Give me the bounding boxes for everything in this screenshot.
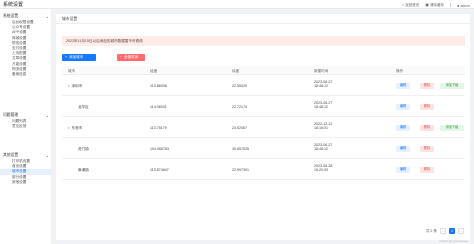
latitude-cell: 22.997391	[232, 168, 249, 172]
main-content: 城市设置 2022年11月15日以后添加的城市数据暂不可修改 + 添加城市 − …	[56, 14, 470, 240]
add-city-button[interactable]: + 添加城市	[62, 54, 96, 61]
longitude-cell: 114.06031	[150, 105, 167, 109]
chevron-right-icon[interactable]: ›	[458, 228, 464, 234]
delete-button[interactable]: 删除	[420, 125, 434, 131]
notice-banner: 2022年11月15日以后添加的城市数据暂不可修改	[62, 36, 465, 46]
column-header: 纬度	[232, 69, 240, 73]
delete-button[interactable]: 删除	[420, 167, 434, 173]
nav-group-questions: 问题管理 ▴ 问题列表 意见反馈	[0, 112, 52, 129]
top-bar: 系统设置 ⌂返回首页 ▣清除缓存 ●admin	[0, 0, 474, 9]
created-time-cell: 2022-12-12 18:16:01	[314, 122, 333, 130]
top-bar-actions: ⌂返回首页 ▣清除缓存 ●admin	[402, 2, 470, 8]
longitude-cell: 104.065783	[150, 147, 169, 151]
city-cell: 龙华区	[78, 105, 89, 109]
nav-group-system: 系统设置 ▴ 后台权限设置 公众号设置 APP设置 商城设置 短信设置 支付设置 …	[0, 13, 52, 77]
city-cell: ▾ 深圳市	[68, 84, 83, 88]
table-row: 虎门镇 104.065783 30.657535 2023-06-27 18:48…	[62, 138, 465, 159]
chevron-up-icon: ▴	[46, 113, 48, 118]
breadcrumb-bar: 城市设置	[56, 14, 470, 24]
chevron-up-icon: ▴	[46, 14, 48, 19]
breadcrumb: 城市设置	[62, 17, 78, 21]
created-time-cell: 2023-06-27 18:48:12	[314, 101, 333, 109]
column-header: 经度	[150, 69, 158, 73]
watermark: CSDN @yuanaoyuan	[439, 239, 468, 243]
longitude-cell: 113.75179	[150, 126, 167, 130]
nav-group-header[interactable]: 其他设置 ▴	[0, 152, 52, 159]
sidebar: 系统设置 ▴ 后台权限设置 公众号设置 APP设置 商城设置 短信设置 支付设置 …	[0, 9, 52, 244]
delete-button[interactable]: 删除	[420, 104, 434, 110]
chevron-up-icon: ▴	[46, 153, 48, 158]
add-child-button[interactable]: 添加下级	[440, 125, 464, 131]
longitude-cell: 113.874847	[150, 168, 169, 172]
collapse-all-button[interactable]: − 全部关闭	[117, 54, 145, 61]
city-cell: 虎门镇	[78, 147, 89, 151]
city-cell: ▾ 东莞市	[68, 126, 83, 130]
app-title: 系统设置	[3, 2, 24, 8]
divider	[450, 3, 452, 7]
table-row: ▾ 深圳市 113.88306 22.55329 2023-06-27 18:48:…	[62, 75, 465, 96]
latitude-cell: 23.02067	[232, 126, 247, 130]
trash-icon: ▣	[425, 2, 430, 7]
nav-group-header[interactable]: 系统设置 ▴	[0, 13, 52, 20]
table-header: 城市 经度 纬度 新建时间 操作	[62, 66, 465, 75]
add-child-button[interactable]: 添加下级	[440, 83, 464, 89]
nav-group-header[interactable]: 问题管理 ▴	[0, 112, 52, 119]
home-icon: ⌂	[401, 2, 405, 7]
column-header: 城市	[68, 69, 76, 73]
edit-button[interactable]: 编辑	[396, 83, 410, 89]
latitude-cell: 30.657535	[232, 147, 249, 151]
pagination: 共 2 条 ‹ 1 ›	[426, 228, 464, 234]
chevron-down-icon[interactable]: ▾	[68, 126, 70, 130]
nav-group-other: 其他设置 ▴ 打印机设置 首页设置 城市设置 部分设置 其他设置	[0, 152, 52, 185]
created-time-cell: 2023-06-27 18:48:12	[314, 143, 333, 151]
latitude-cell: 22.55329	[232, 84, 247, 88]
user-menu[interactable]: ●admin	[457, 3, 470, 8]
home-link[interactable]: ⌂返回首页	[402, 2, 419, 8]
clear-cache-link[interactable]: ▣清除缓存	[425, 2, 444, 8]
created-time-cell: 2023-06-27 18:48:12	[314, 80, 333, 88]
pagination-total: 共 2 条	[425, 228, 437, 233]
minus-icon: −	[120, 55, 123, 59]
sidebar-item[interactable]: 其他设置	[0, 180, 52, 185]
plus-icon: +	[65, 55, 68, 59]
created-time-cell: 2023-06-28 15:20:33	[314, 164, 333, 172]
edit-button[interactable]: 编辑	[396, 167, 410, 173]
sidebar-item[interactable]: 意见反馈	[0, 124, 52, 129]
delete-button[interactable]: 删除	[420, 83, 434, 89]
notice-text: 2022年11月15日以后添加的城市数据暂不可修改	[66, 39, 143, 43]
table-row: 龙华区 114.06031 22.72174 2023-06-27 18:48:1…	[62, 96, 465, 117]
longitude-cell: 113.88306	[150, 84, 167, 88]
chevron-down-icon[interactable]: ▾	[68, 84, 70, 88]
edit-button[interactable]: 编辑	[396, 125, 410, 131]
column-header: 新建时间	[314, 69, 329, 73]
table-row: ▾ 东莞市 113.75179 23.02067 2022-12-12 18:16:…	[62, 117, 465, 138]
edit-button[interactable]: 编辑	[396, 104, 410, 110]
column-header: 操作	[396, 69, 404, 73]
sidebar-item[interactable]: 备案信息	[0, 72, 52, 77]
edit-button[interactable]: 编辑	[396, 146, 410, 152]
city-table: 城市 经度 纬度 新建时间 操作 ▾ 深圳市 113.88306 22.55329…	[62, 66, 465, 180]
page-number-current[interactable]: 1	[449, 228, 455, 234]
table-row: 麻涌镇 113.874847 22.997391 2023-06-28 15:20…	[62, 159, 465, 180]
delete-button[interactable]: 删除	[420, 146, 434, 152]
latitude-cell: 22.72174	[232, 105, 247, 109]
chevron-left-icon[interactable]: ‹	[440, 228, 446, 234]
city-cell: 麻涌镇	[78, 168, 89, 172]
